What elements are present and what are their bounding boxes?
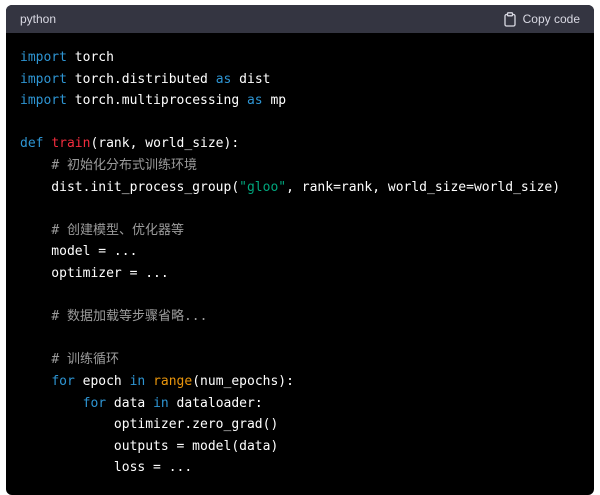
code-token: loss = ... [20, 460, 193, 476]
code-builtin: range [153, 373, 193, 389]
code-line: # 数据加载等步骤省略... [20, 306, 594, 328]
code-line: model = ... [20, 241, 594, 263]
code-comment: # 数据加载等步骤省略... [51, 309, 208, 325]
copy-code-button[interactable]: Copy code [503, 11, 580, 27]
code-token: model = ... [20, 244, 138, 260]
code-keyword: for [82, 395, 107, 411]
language-label: python [20, 12, 57, 26]
code-comment: # 训练循环 [51, 352, 119, 368]
code-line: loss = ... [20, 457, 594, 479]
code-line: # 训练循环 [20, 349, 594, 371]
code-keyword: for [51, 373, 75, 389]
code-keyword: as [246, 93, 263, 109]
code-line: import torch [20, 47, 594, 69]
code-keyword: as [215, 71, 232, 87]
code-token: data [106, 395, 154, 411]
code-keyword: in [153, 395, 169, 411]
code-token: dist [231, 71, 271, 87]
code-token: optimizer.zero_grad() [20, 417, 279, 433]
code-line: # 创建模型、优化器等 [20, 220, 594, 242]
clipboard-icon [503, 11, 517, 27]
code-line: for epoch in range(num_epochs): [20, 371, 594, 393]
code-token: mp [262, 93, 287, 109]
code-keyword: import [20, 50, 67, 65]
code-keyword: in [129, 373, 146, 389]
code-token: (rank, world_size): [90, 136, 240, 152]
code-token: torch.multiprocessing [66, 93, 247, 109]
code-line: dist.init_process_group("gloo", rank=ran… [20, 177, 594, 199]
code-token: torch [66, 50, 114, 65]
code-line: optimizer = ... [20, 263, 594, 285]
code-token: outputs = model(data) [20, 438, 279, 454]
code-keyword: import [20, 71, 67, 87]
code-token: (num_epochs): [192, 373, 294, 389]
code-content: import torch import torch.distributed as … [6, 33, 594, 479]
code-token: epoch [74, 373, 130, 389]
code-line: # 初始化分布式训练环境 [20, 155, 594, 177]
code-keyword: def [20, 136, 44, 152]
code-token: dataloader: [168, 395, 263, 411]
code-block: python Copy code import torch import torc… [6, 5, 594, 495]
code-keyword: import [20, 93, 67, 109]
code-token: optimizer = ... [20, 265, 169, 281]
code-string: "gloo" [239, 179, 287, 195]
code-function-name: train [51, 136, 91, 152]
code-token: , rank=rank, world_size=world_size) [286, 179, 561, 195]
code-block-header: python Copy code [6, 5, 594, 33]
code-line: def train(rank, world_size): [20, 133, 594, 155]
code-line: import torch.multiprocessing as mp [20, 90, 594, 112]
code-line: outputs = model(data) [20, 436, 594, 458]
code-token: dist.init_process_group( [20, 179, 240, 195]
code-line: import torch.distributed as dist [20, 69, 594, 91]
code-comment: # 初始化分布式训练环境 [51, 157, 197, 173]
code-comment: # 创建模型、优化器等 [51, 222, 184, 238]
copy-code-label: Copy code [522, 12, 580, 26]
code-token: torch.distributed [66, 71, 216, 87]
code-line: for data in dataloader: [20, 393, 594, 415]
code-line: optimizer.zero_grad() [20, 414, 594, 436]
